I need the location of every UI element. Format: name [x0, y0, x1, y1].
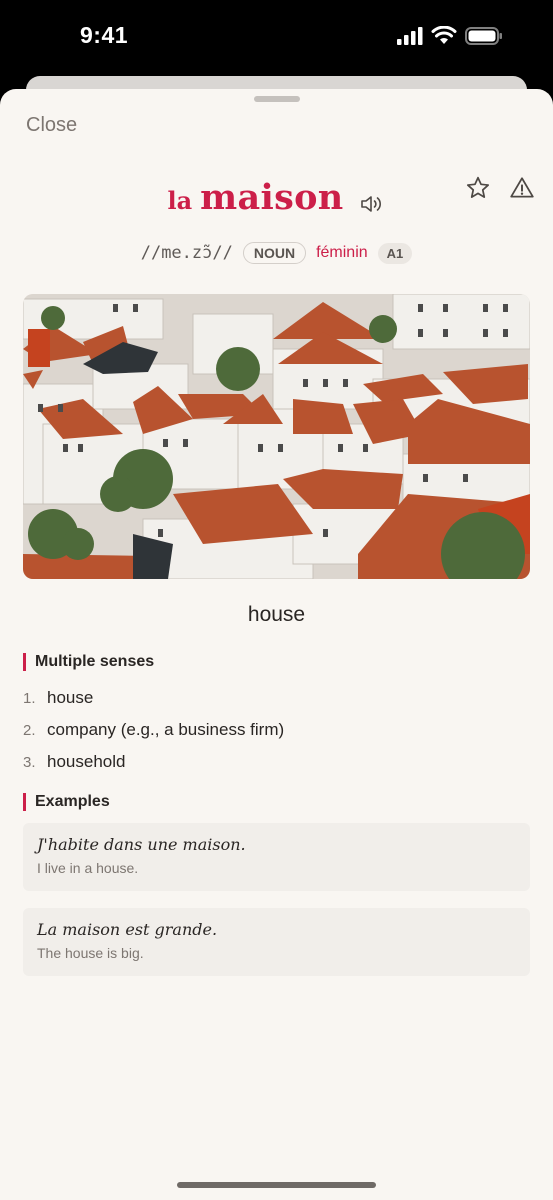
- article: la: [167, 186, 193, 215]
- part-of-speech-badge: NOUN: [242, 242, 307, 264]
- word-detail-sheet: Close la maison //me.zɔ̃// NOUN féminin …: [0, 89, 553, 1200]
- examples-section-title: Examples: [23, 793, 110, 811]
- translation: house: [247, 603, 306, 626]
- word-illustration: [23, 294, 530, 579]
- sense-text: house: [47, 688, 94, 707]
- close-button[interactable]: Close: [26, 114, 77, 137]
- example-french: J'habite dans une maison.: [37, 835, 246, 854]
- example-french: La maison est grande.: [37, 920, 218, 939]
- wifi-icon: [431, 26, 457, 44]
- status-time: 9:41: [80, 22, 129, 48]
- word-meta-row: //me.zɔ̃// NOUN féminin A1: [0, 242, 553, 264]
- sense-item: 1. house: [23, 682, 284, 714]
- sheet-grabber[interactable]: [254, 96, 300, 102]
- speaker-icon[interactable]: [359, 193, 385, 215]
- cellular-signal-icon: [397, 26, 423, 45]
- pronunciation-ipa: //me.zɔ̃//: [140, 243, 233, 263]
- sense-item: 3. household: [23, 746, 284, 778]
- example-card: La maison est grande. The house is big.: [23, 908, 530, 976]
- headword: maison: [200, 177, 344, 218]
- senses-section-title: Multiple senses: [23, 653, 154, 671]
- status-icons: [397, 26, 503, 45]
- sense-item: 2. company (e.g., a business firm): [23, 714, 284, 746]
- example-english: The house is big.: [37, 945, 144, 961]
- example-english: I live in a house.: [37, 860, 139, 876]
- status-bar: 9:41: [0, 0, 553, 76]
- example-card: J'habite dans une maison. I live in a ho…: [23, 823, 530, 891]
- sense-text: company (e.g., a business firm): [47, 720, 285, 739]
- senses-list: 1. house 2. company (e.g., a business fi…: [23, 682, 284, 778]
- sense-number: 2.: [23, 721, 36, 739]
- level-badge: A1: [377, 242, 413, 264]
- gender-label: féminin: [316, 244, 368, 261]
- sense-number: 1.: [23, 689, 36, 707]
- sense-number: 3.: [23, 753, 36, 771]
- battery-icon: [465, 26, 502, 45]
- sense-text: household: [47, 752, 126, 771]
- home-indicator: [177, 1182, 376, 1188]
- headword-row: la maison: [0, 177, 553, 218]
